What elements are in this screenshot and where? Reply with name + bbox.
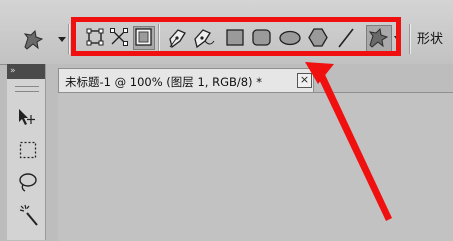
annotation-arrow <box>305 62 392 221</box>
